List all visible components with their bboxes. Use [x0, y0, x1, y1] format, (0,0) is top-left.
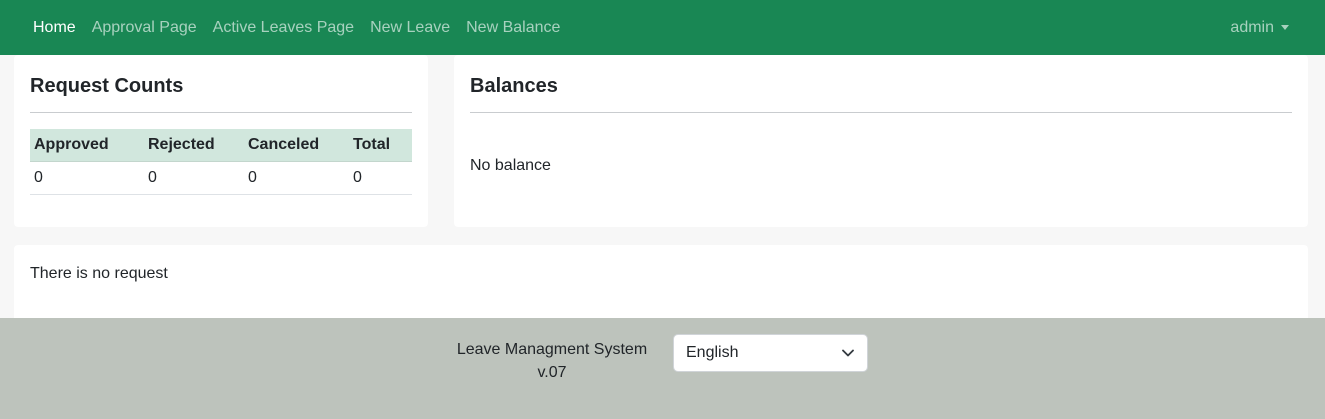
column-header-canceled: Canceled	[244, 129, 349, 162]
chevron-down-icon	[841, 346, 855, 360]
card-divider	[30, 112, 412, 113]
column-header-total: Total	[349, 129, 412, 162]
card-divider	[470, 112, 1292, 113]
user-name[interactable]: admin	[1230, 19, 1274, 37]
total-count: 0	[349, 161, 412, 195]
request-counts-title: Request Counts	[30, 75, 184, 97]
caret-down-icon[interactable]	[1281, 25, 1289, 30]
nav-link-new-balance[interactable]: New Balance	[466, 19, 560, 37]
nav-link-new-leave[interactable]: New Leave	[370, 19, 450, 37]
table-row: 0 0 0 0	[30, 161, 412, 195]
requests-card: There is no request	[14, 245, 1308, 325]
column-header-rejected: Rejected	[144, 129, 244, 162]
rejected-count: 0	[144, 161, 244, 195]
table-header-row: Approved Rejected Canceled Total	[30, 129, 412, 162]
request-counts-card: Request Counts Approved Rejected Cancele…	[14, 55, 428, 227]
approved-count: 0	[30, 161, 144, 195]
language-selected-value: English	[686, 344, 739, 361]
no-balance-text: No balance	[470, 157, 551, 174]
footer-info: Leave Managment System v.07	[452, 338, 652, 384]
top-navbar: Home Approval Page Active Leaves Page Ne…	[0, 0, 1325, 55]
app-version: v.07	[537, 364, 567, 381]
user-dropdown[interactable]: admin	[1230, 19, 1289, 37]
canceled-count: 0	[244, 161, 349, 195]
language-select[interactable]: English	[673, 334, 868, 372]
column-header-approved: Approved	[30, 129, 144, 162]
request-counts-table: Approved Rejected Canceled Total 0 0 0 0	[30, 129, 412, 195]
balances-card: Balances No balance	[454, 55, 1308, 227]
nav-link-active-leaves-page[interactable]: Active Leaves Page	[213, 19, 354, 37]
balances-title: Balances	[470, 75, 558, 97]
nav-link-approval-page[interactable]: Approval Page	[92, 19, 197, 37]
nav-link-home[interactable]: Home	[33, 19, 76, 37]
app-name: Leave Managment System	[456, 341, 648, 358]
footer: Leave Managment System v.07	[0, 318, 1325, 419]
nav-links: Home Approval Page Active Leaves Page Ne…	[33, 19, 576, 37]
no-request-text: There is no request	[30, 265, 168, 282]
